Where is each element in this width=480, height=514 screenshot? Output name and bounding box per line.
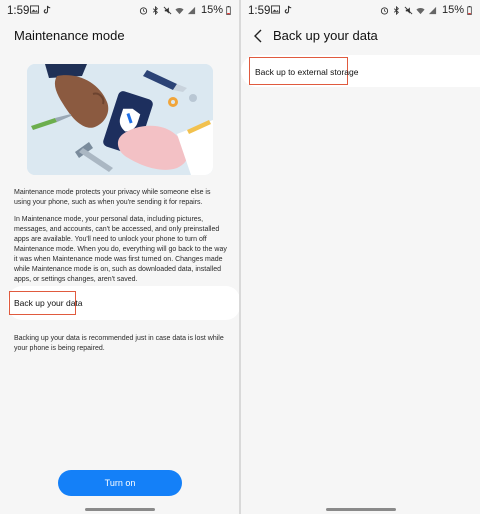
status-time: 1:59 xyxy=(7,5,30,17)
gesture-nav-bar[interactable] xyxy=(325,508,396,511)
maintenance-illustration xyxy=(27,64,213,175)
page-title: Back up your data xyxy=(273,28,378,43)
backup-note: Backing up your data is recommended just… xyxy=(14,335,224,352)
back-up-your-data-screen: 1:59 15% Back up your data Back up to ex… xyxy=(241,0,480,514)
signal-icon xyxy=(428,6,437,14)
back-up-to-external-storage-label: Back up to external storage xyxy=(255,67,359,77)
mute-icon xyxy=(163,6,172,14)
gallery-icon xyxy=(271,5,280,14)
tiktok-icon xyxy=(284,5,292,14)
gesture-nav-bar[interactable] xyxy=(84,508,155,511)
turn-on-button[interactable]: Turn on xyxy=(58,470,182,496)
battery-icon xyxy=(226,5,231,15)
mute-icon xyxy=(404,6,413,14)
bluetooth-icon xyxy=(393,5,399,15)
back-arrow-icon[interactable] xyxy=(251,28,267,44)
maintenance-mode-screen: 1:59 15% Maintenance mode Maintenance mo… xyxy=(0,0,239,514)
tiktok-icon xyxy=(43,5,51,14)
battery-icon xyxy=(467,5,472,15)
status-time: 1:59 xyxy=(248,5,271,17)
description-privacy: Maintenance mode protects your privacy w… xyxy=(14,189,211,206)
status-bar: 1:59 15% xyxy=(241,0,480,22)
page-title: Maintenance mode xyxy=(14,28,125,43)
wifi-icon xyxy=(416,7,425,14)
alarm-icon xyxy=(139,6,148,15)
description-details: In Maintenance mode, your personal data,… xyxy=(14,216,227,283)
wifi-icon xyxy=(175,7,184,14)
battery-percent: 15% xyxy=(441,4,464,16)
status-bar: 1:59 15% xyxy=(0,0,239,22)
battery-percent: 15% xyxy=(200,4,223,16)
bluetooth-icon xyxy=(152,5,158,15)
gallery-icon xyxy=(30,5,39,14)
signal-icon xyxy=(187,6,196,14)
back-up-your-data-label: Back up your data xyxy=(14,298,83,308)
alarm-icon xyxy=(380,6,389,15)
